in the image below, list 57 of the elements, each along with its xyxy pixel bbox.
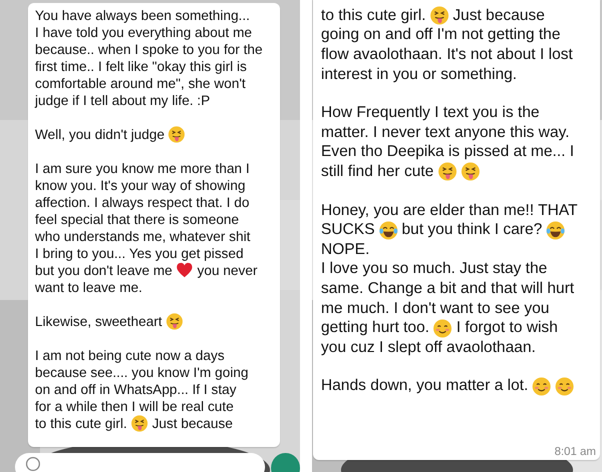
message-text: affection. I always respect that. I do (35, 195, 250, 210)
emoji-icon[interactable] (25, 456, 41, 472)
message-text: I am not being cute now a days (35, 348, 224, 363)
message-text: want to leave me. (35, 280, 142, 295)
tongue-face-icon (168, 126, 186, 143)
message-text: flow avaolothaan. It's not about I lost (321, 46, 573, 64)
message-text: I am sure you know me more than I (35, 161, 250, 176)
message-text: Just because (152, 416, 233, 431)
message-text: because see.... you know I'm going (35, 365, 248, 380)
message-time: 8:01 am (554, 446, 596, 458)
message-text: going on and off I'm not getting the (321, 26, 560, 44)
message-text: Even tho Deepika is pissed at me... I (321, 143, 574, 162)
message-text: who understands me, whatever shit (35, 229, 250, 244)
message-text: Likewise, sweetheart (35, 314, 162, 329)
heart-icon (176, 262, 194, 279)
message-text: I bring to you... Yes you get pissed (35, 246, 244, 261)
tongue-face-icon (460, 162, 480, 182)
message-text: you never (197, 263, 258, 278)
message-text: Well, you didn't judge (35, 127, 164, 142)
message-text: still find her cute (321, 162, 434, 181)
message-text: feel special that there is someone (35, 212, 239, 227)
message-text: How Frequently I text you is the (321, 104, 540, 122)
message-text: but you think I care? (402, 221, 542, 240)
message-text: Honey, you are elder than me!! THAT (321, 202, 578, 220)
message-text: I forgot to wish (456, 319, 558, 338)
message-text: NOPE. (321, 240, 370, 259)
message-text: comfortable around me", she won't (35, 76, 246, 91)
message-text: judge if I tell about my life. :P (35, 93, 210, 108)
message-text: know you. It's your way of showing (35, 178, 246, 193)
message-text: You have always been something... (35, 8, 250, 23)
message-text: first time.. I felt like "okay this girl is (35, 59, 247, 74)
tongue-face-icon (131, 415, 148, 432)
message-text: Just because (452, 6, 545, 25)
message-text: because.. when I spoke to you for the (35, 42, 263, 57)
message-text: to this cute girl. (35, 416, 128, 431)
message-text: I have told you everything about me (35, 25, 252, 40)
message-text: for a while then I will be real cute (35, 399, 234, 414)
tongue-face-icon (166, 313, 184, 330)
message-text: you cuz I slept off avaolothaan. (321, 338, 536, 357)
laughing-face-icon (378, 220, 398, 240)
smiling-face-icon (555, 376, 574, 396)
smiling-face-icon (532, 376, 552, 396)
message-text: I love you so much. Just stay the (321, 260, 548, 278)
tongue-face-icon (438, 162, 457, 182)
message-text: matter. I never text anyone this way. (321, 124, 570, 142)
tongue-face-icon (430, 6, 449, 26)
message-text: but you don't leave me (35, 263, 172, 278)
smiling-face-icon (433, 318, 452, 338)
message-text: interest in you or something. (321, 66, 517, 84)
message-text: same. Change a bit and that will hurt (321, 280, 574, 298)
laughing-face-icon (546, 220, 566, 240)
message-text: me much. I don't want to see you (321, 300, 550, 318)
message-text: to this cute girl. (321, 6, 426, 25)
message-text: on and off in WhatsApp... If I stay (35, 382, 236, 397)
message-text: Hands down, you matter a lot. (321, 377, 528, 396)
message-text: getting hurt too. (321, 319, 430, 338)
message-text: SUCKS (321, 221, 375, 240)
